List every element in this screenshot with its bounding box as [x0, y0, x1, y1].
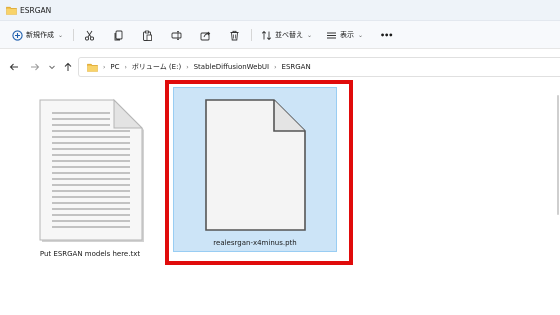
file-view: Put ESRGAN models here.txt realesrgan-x4…: [0, 80, 560, 315]
chevron-down-icon: ⌄: [307, 31, 313, 39]
sort-button-label: 並べ替え: [275, 31, 303, 39]
forward-button[interactable]: [29, 61, 41, 73]
cut-button[interactable]: [84, 27, 95, 43]
text-file-icon: [39, 98, 144, 242]
arrow-left-icon: [9, 63, 18, 71]
view-icon: [327, 32, 336, 38]
file-item-txt[interactable]: Put ESRGAN models here.txt: [30, 95, 150, 258]
copy-button[interactable]: [113, 27, 124, 43]
share-button[interactable]: [200, 27, 211, 43]
chevron-right-icon: ›: [124, 63, 127, 71]
chevron-down-icon: ⌄: [58, 31, 64, 39]
sort-button[interactable]: 並べ替え ⌄: [261, 27, 312, 43]
plus-circle-icon: [12, 29, 23, 41]
scissors-icon: [84, 30, 95, 41]
arrow-up-icon: [64, 62, 72, 71]
chevron-right-icon: ›: [103, 63, 106, 71]
share-icon: [200, 31, 211, 40]
paste-button[interactable]: [142, 27, 153, 43]
sort-icon: [261, 30, 272, 40]
folder-icon: [87, 63, 98, 72]
view-button[interactable]: 表示 ⌄: [326, 27, 363, 43]
paste-icon: [143, 30, 152, 41]
file-name-label: Put ESRGAN models here.txt: [39, 250, 141, 258]
title-bar: ESRGAN: [0, 0, 560, 21]
window-title: ESRGAN: [20, 6, 52, 15]
chevron-right-icon: ›: [186, 63, 189, 71]
folder-icon: [6, 6, 17, 15]
breadcrumb-volume[interactable]: ボリューム (E:): [132, 62, 181, 72]
new-button-label: 新規作成: [26, 31, 54, 39]
address-bar[interactable]: › PC › ボリューム (E:) › StableDiffusionWebUI…: [78, 57, 560, 77]
back-button[interactable]: [8, 61, 20, 73]
more-icon: •••: [380, 30, 393, 40]
highlight-box: [165, 80, 353, 265]
scrollbar[interactable]: [557, 95, 559, 215]
more-options-button[interactable]: •••: [380, 27, 393, 43]
chevron-down-icon: ⌄: [358, 31, 364, 39]
command-bar: 新規作成 ⌄ 並べ替え ⌄ 表示 ⌄ •••: [0, 21, 560, 49]
view-button-label: 表示: [340, 31, 354, 39]
arrow-right-icon: [31, 63, 40, 71]
delete-button[interactable]: [229, 27, 240, 43]
breadcrumb-esrgan[interactable]: ESRGAN: [282, 63, 311, 71]
toolbar-divider: [251, 29, 252, 41]
breadcrumb-pc[interactable]: PC: [110, 63, 119, 71]
recent-locations-button[interactable]: [46, 61, 58, 73]
chevron-down-icon: [49, 65, 55, 70]
trash-icon: [230, 30, 239, 40]
up-button[interactable]: [62, 61, 74, 73]
new-button[interactable]: 新規作成 ⌄: [12, 27, 63, 43]
rename-icon: [171, 30, 182, 40]
toolbar-divider: [73, 29, 74, 41]
chevron-right-icon: ›: [274, 63, 277, 71]
rename-button[interactable]: [171, 27, 182, 43]
breadcrumb-stablediffusionwebui[interactable]: StableDiffusionWebUI: [194, 63, 270, 71]
copy-icon: [114, 30, 123, 40]
